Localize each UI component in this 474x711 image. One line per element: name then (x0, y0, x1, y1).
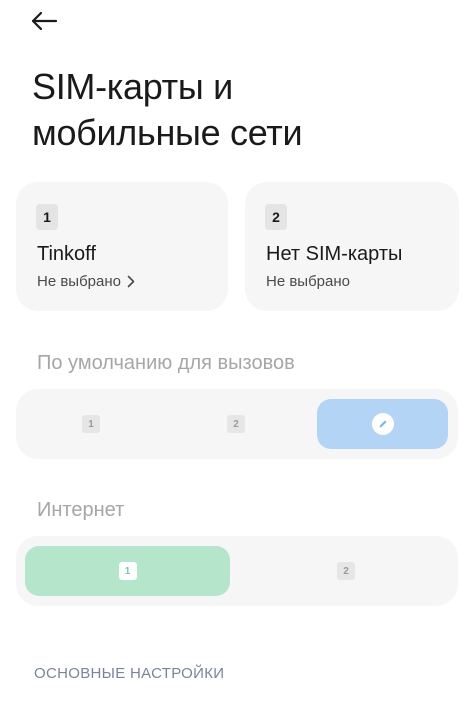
sim-2-badge: 2 (227, 415, 245, 433)
chevron-right-icon (127, 275, 135, 288)
page-title-line-2: мобильные сети (32, 112, 303, 153)
calls-option-sim-2[interactable]: 2 (191, 389, 281, 459)
internet-selector: 1 2 (16, 536, 458, 606)
sim-name: Нет SIM-карты (266, 243, 403, 265)
sim-status-text: Не выбрано (266, 273, 350, 290)
sim-status-text: Не выбрано (37, 273, 121, 290)
sim-1-badge: 1 (82, 415, 100, 433)
calls-default-label: По умолчанию для вызовов (37, 352, 295, 374)
sim-card-2[interactable]: 2 Нет SIM-карты Не выбрано (245, 182, 459, 311)
sim-2-badge: 2 (337, 562, 355, 580)
sim-status: Не выбрано (266, 273, 350, 290)
back-button[interactable] (30, 6, 66, 36)
sim-slot-badge: 1 (36, 204, 58, 230)
internet-label: Интернет (37, 499, 125, 521)
page-title: SIM-карты и мобильные сети (32, 64, 452, 156)
sim-card-1[interactable]: 1 Tinkoff Не выбрано (16, 182, 228, 311)
pencil-icon (371, 413, 394, 435)
sim-slot-badge: 2 (265, 204, 287, 230)
internet-option-sim-2[interactable]: 2 (301, 536, 391, 606)
internet-option-sim-1[interactable]: 1 (25, 546, 230, 596)
calls-default-selector: 1 2 (16, 389, 458, 459)
calls-option-ask-every-time[interactable] (317, 399, 448, 449)
calls-option-sim-1[interactable]: 1 (46, 389, 136, 459)
basic-settings-section-title: ОСНОВНЫЕ НАСТРОЙКИ (34, 665, 225, 682)
page-title-line-1: SIM-карты и (32, 66, 233, 107)
sim-status: Не выбрано (37, 273, 135, 290)
sim-1-badge: 1 (118, 562, 137, 580)
arrow-left-icon (31, 11, 58, 31)
sim-name: Tinkoff (37, 243, 96, 265)
